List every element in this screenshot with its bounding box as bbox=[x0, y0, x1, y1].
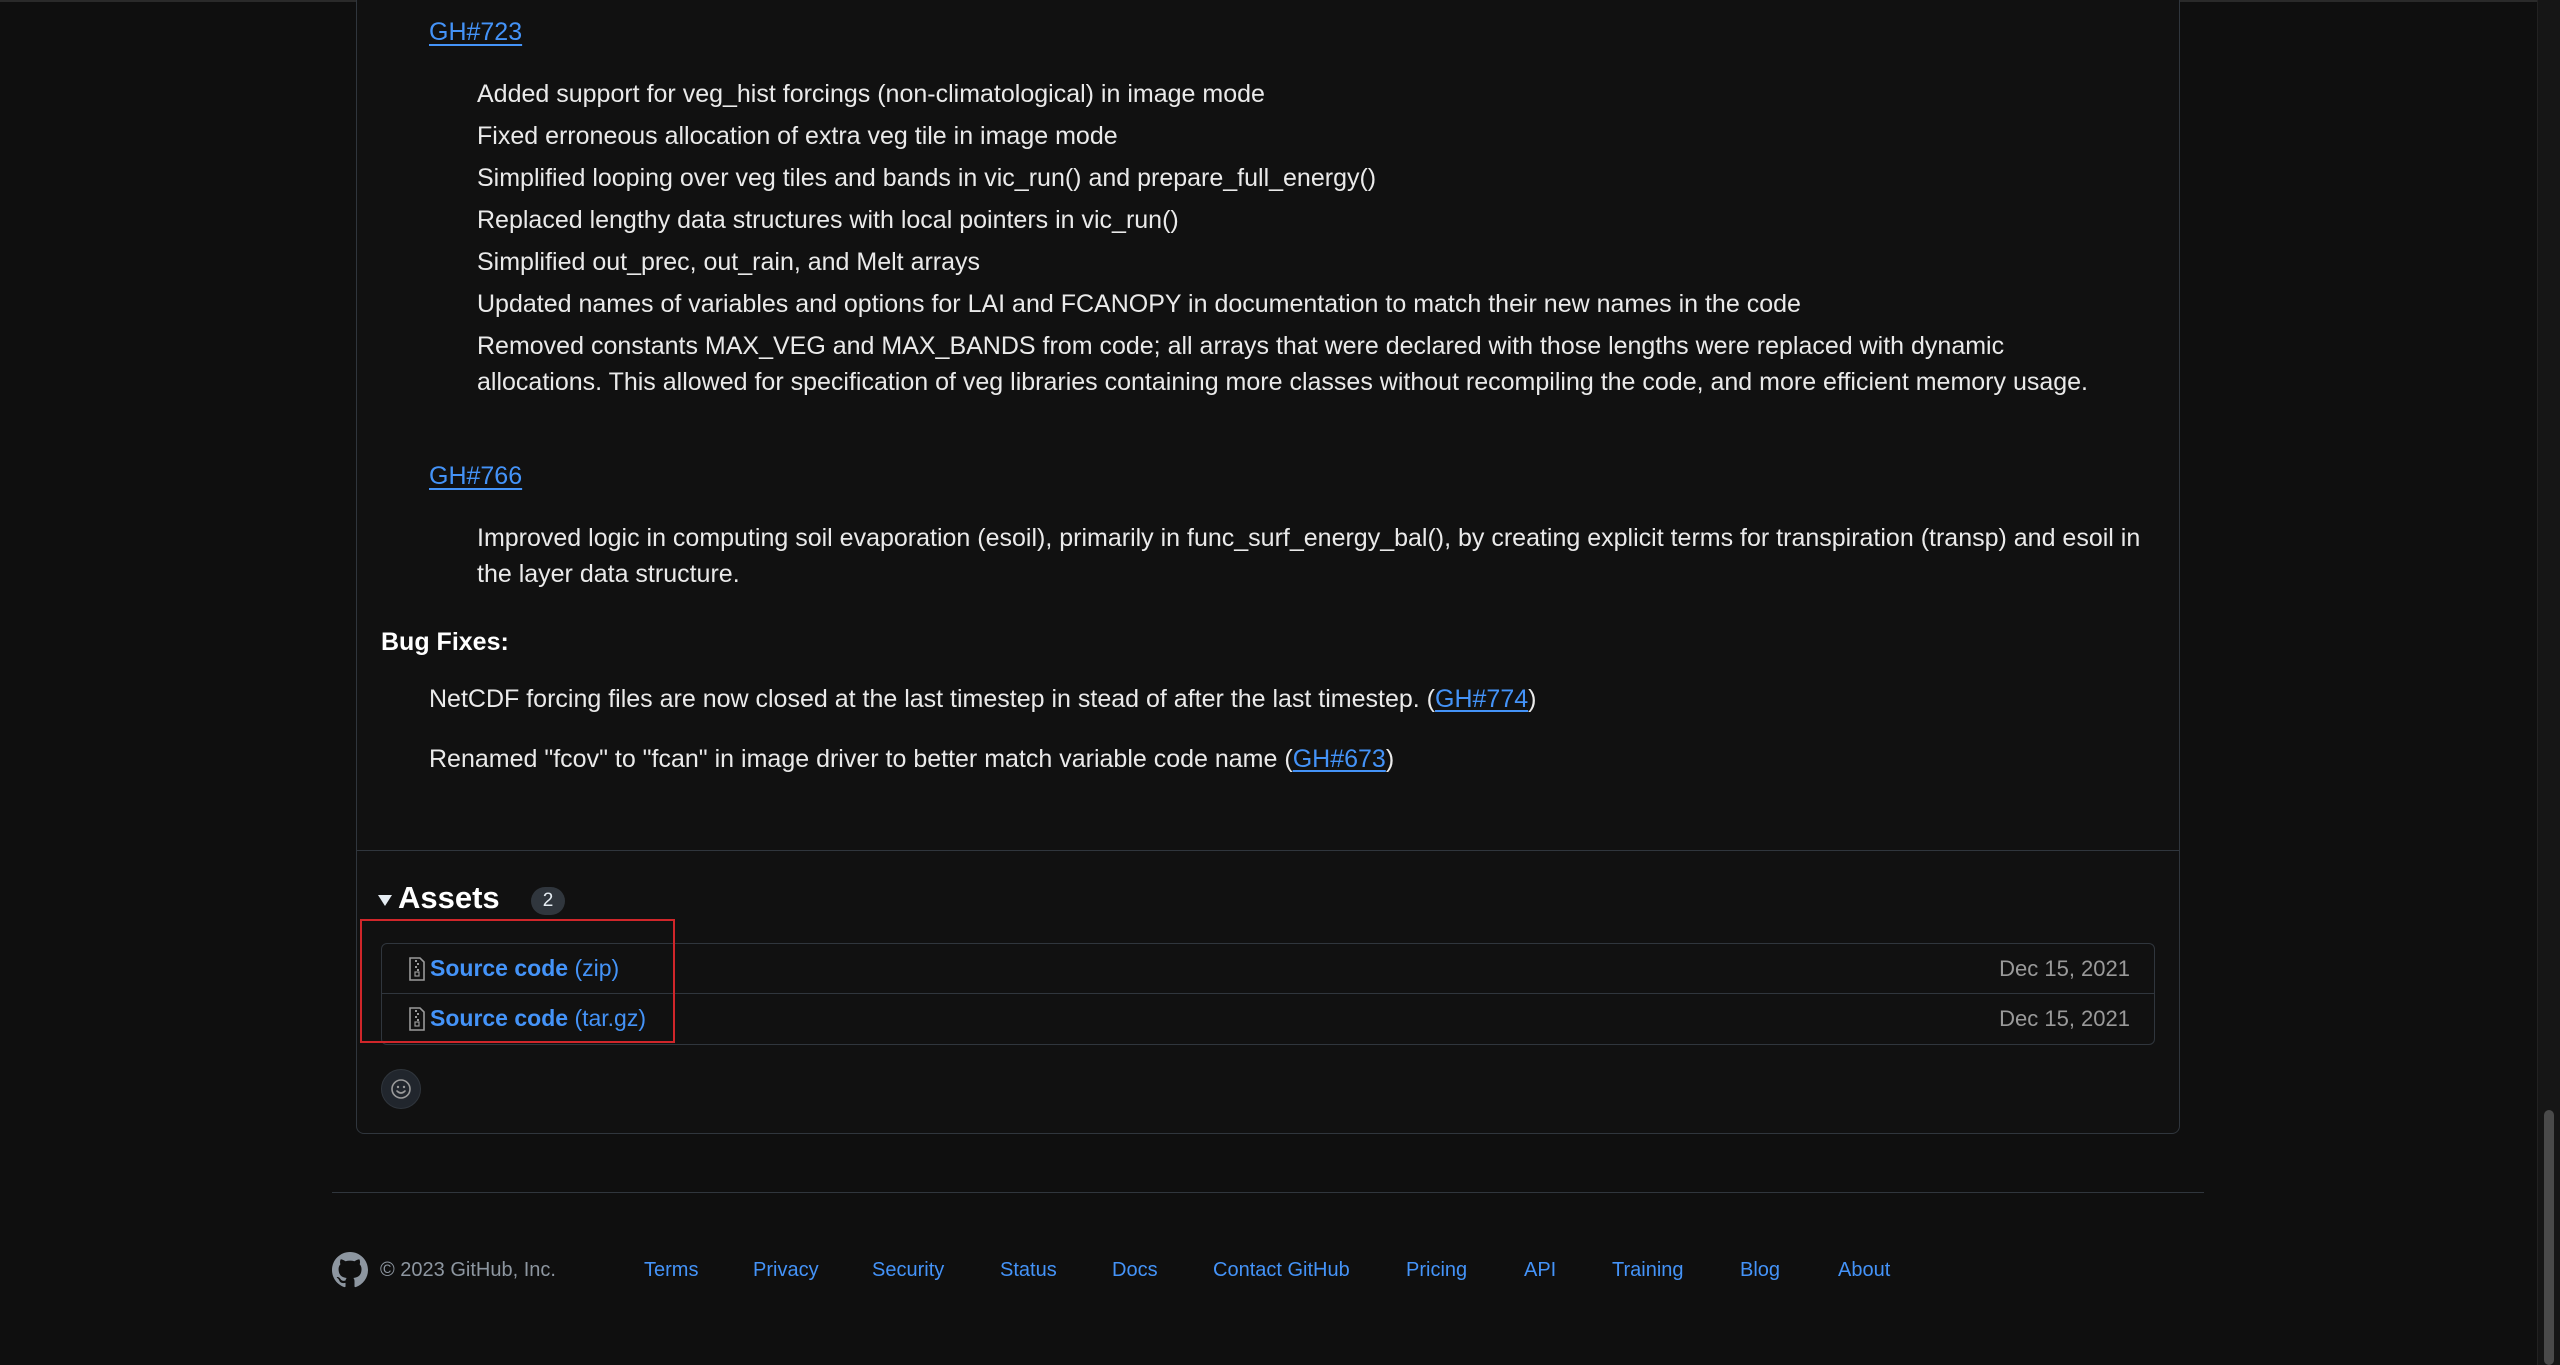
list-item: Removed constants MAX_VEG and MAX_BANDS … bbox=[477, 332, 2088, 396]
list-item: Improved logic in computing soil evapora… bbox=[477, 524, 2141, 588]
list-item: Simplified out_prec, out_rain, and Melt … bbox=[477, 248, 981, 276]
list-item: Replaced lengthy data structures with lo… bbox=[477, 206, 1179, 234]
footer-link-training[interactable]: Training bbox=[1612, 1259, 1684, 1282]
assets-count-badge: 2 bbox=[531, 887, 565, 915]
bug-fix-text: Renamed "fcov" to "fcan" in image driver… bbox=[429, 745, 1293, 773]
gh774-link[interactable]: GH#774 bbox=[1435, 685, 1528, 713]
bug-fix-suffix: ) bbox=[1528, 685, 1537, 713]
bug-fixes-heading: Bug Fixes: bbox=[381, 628, 509, 656]
page-scrollbar[interactable] bbox=[2537, 0, 2560, 1365]
bug-fix-item: NetCDF forcing files are now closed at t… bbox=[429, 685, 1536, 714]
footer-link-terms[interactable]: Terms bbox=[644, 1259, 698, 1282]
footer: © 2023 GitHub, Inc. Terms Privacy Securi… bbox=[332, 1250, 2204, 1290]
scrollbar-thumb[interactable] bbox=[2544, 1110, 2554, 1365]
asset-date: Dec 15, 2021 bbox=[1999, 1005, 2130, 1031]
footer-divider bbox=[332, 1192, 2204, 1193]
footer-link-status[interactable]: Status bbox=[1000, 1259, 1057, 1282]
caret-down-icon bbox=[378, 894, 392, 906]
footer-link-about[interactable]: About bbox=[1838, 1259, 1890, 1282]
bug-fix-text: NetCDF forcing files are now closed at t… bbox=[429, 685, 1436, 713]
bug-fix-item: Renamed "fcov" to "fcan" in image driver… bbox=[429, 745, 1394, 774]
asset-date: Dec 15, 2021 bbox=[1999, 955, 2130, 981]
footer-link-pricing[interactable]: Pricing bbox=[1406, 1259, 1467, 1282]
gh673-link[interactable]: GH#673 bbox=[1293, 745, 1386, 773]
highlight-annotation-box bbox=[360, 919, 675, 1043]
footer-link-security[interactable]: Security bbox=[872, 1259, 944, 1282]
github-logo-icon[interactable] bbox=[332, 1252, 368, 1288]
list-item: Added support for veg_hist forcings (non… bbox=[477, 80, 1265, 108]
footer-link-docs[interactable]: Docs bbox=[1112, 1259, 1158, 1282]
footer-link-privacy[interactable]: Privacy bbox=[753, 1259, 819, 1282]
list-item: Fixed erroneous allocation of extra veg … bbox=[477, 122, 1118, 150]
list-item: Updated names of variables and options f… bbox=[477, 290, 1801, 318]
smiley-icon bbox=[391, 1079, 411, 1099]
gh766-link[interactable]: GH#766 bbox=[429, 462, 522, 491]
assets-toggle[interactable]: Assets bbox=[378, 880, 500, 916]
add-reaction-button[interactable] bbox=[381, 1069, 421, 1109]
assets-heading: Assets bbox=[398, 880, 500, 915]
list-item: Simplified looping over veg tiles and ba… bbox=[477, 164, 1377, 192]
footer-link-blog[interactable]: Blog bbox=[1740, 1259, 1780, 1282]
bug-fix-suffix: ) bbox=[1385, 745, 1395, 773]
footer-link-api[interactable]: API bbox=[1524, 1259, 1556, 1282]
copyright-text: © 2023 GitHub, Inc. bbox=[380, 1259, 556, 1281]
footer-link-contact[interactable]: Contact GitHub bbox=[1213, 1259, 1350, 1282]
gh723-link[interactable]: GH#723 bbox=[429, 18, 522, 47]
